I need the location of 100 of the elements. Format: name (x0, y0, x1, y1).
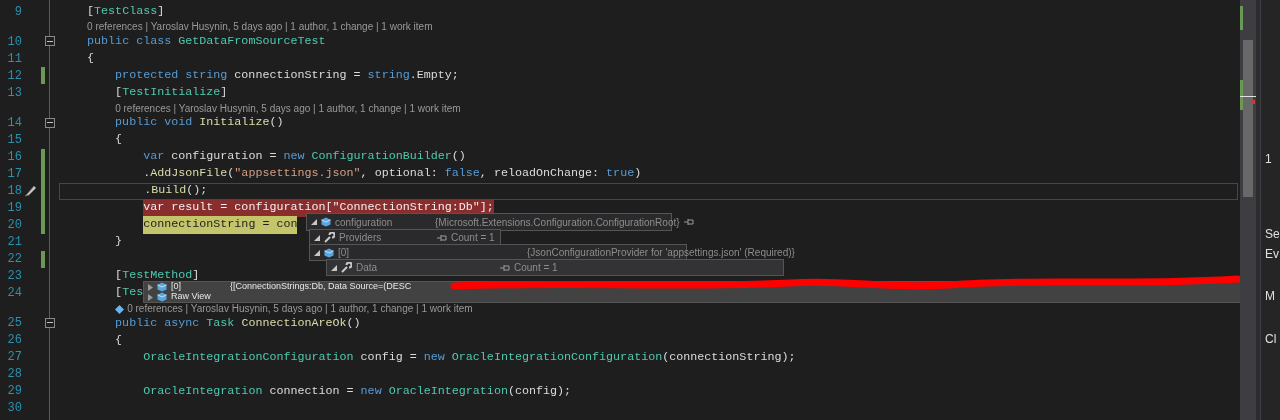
code-token: ] (220, 84, 228, 102)
wrench-icon (341, 262, 352, 273)
line-number: 13 (6, 84, 22, 102)
code-token: string (367, 67, 410, 85)
code-token: public void (115, 114, 194, 132)
code-token: (); (186, 182, 208, 200)
expanded-triangle-icon[interactable] (314, 249, 320, 256)
pin-icon[interactable] (683, 218, 694, 226)
line-number: 22 (6, 251, 22, 269)
line-number: 10 (6, 33, 22, 51)
collapse-icon[interactable] (45, 317, 55, 328)
code-token: . (144, 182, 152, 200)
current-statement: connectionString = con (143, 216, 298, 234)
code-token: () (346, 314, 361, 332)
line-number: 30 (6, 400, 22, 418)
variable-value: {Microsoft.Extensions.Configuration.ConfigurationRoot} (435, 215, 680, 230)
code-token: [ (115, 267, 123, 285)
code-token: [ (115, 84, 123, 102)
code-token: var (143, 148, 166, 166)
code-token: () (451, 148, 466, 166)
pin-icon[interactable] (437, 233, 447, 242)
code-token: OracleIntegration (388, 382, 508, 400)
code-token: (connectionString); (662, 348, 796, 366)
code-token: { (115, 131, 123, 149)
code-token: protected string (115, 67, 229, 85)
code-token: ConnectionAreOk (241, 314, 347, 332)
code-token: [ (115, 284, 123, 302)
code-token: OracleIntegration (143, 382, 264, 400)
variable-value: Count = 1 (451, 231, 495, 245)
code-token: .Empty; (409, 67, 459, 85)
code-token: ConfigurationBuilder (311, 148, 452, 166)
code-token: { (87, 50, 95, 68)
variable-name[interactable]: configuration (335, 214, 431, 230)
code-token: OracleIntegrationConfiguration (143, 348, 355, 366)
line-number: 12 (6, 67, 22, 85)
code-token: false (444, 165, 480, 183)
codelens-text[interactable]: 0 references | Yaroslav Husynin, 5 days ago | 1 author, 1 change | 1 work item (115, 102, 461, 114)
cube-icon (157, 282, 167, 292)
codelens-text[interactable]: 0 references | Yaroslav Husynin, 5 days ago | 1 author, 1 change | 1 work item (127, 302, 473, 314)
variable-name[interactable]: [0] (338, 245, 523, 260)
collapse-icon[interactable] (45, 117, 55, 128)
panel-label[interactable]: M (1265, 287, 1275, 305)
code-token: TestInitialize (122, 84, 221, 102)
code-token: TestMethod (122, 267, 193, 283)
code-token: ) (634, 165, 642, 183)
code-token: () (269, 114, 284, 132)
wrench-icon (324, 232, 335, 243)
code-token: GetDataFromSourceTest (178, 33, 326, 51)
code-token: "appsettings.json" (234, 165, 361, 183)
line-number: 17 (6, 166, 22, 184)
vertical-scrollbar[interactable] (1240, 0, 1256, 420)
panel-label[interactable]: 1 (1265, 150, 1272, 168)
code-token: connection = (269, 382, 355, 400)
code-token: Initialize (199, 114, 270, 132)
code-token: true (606, 165, 635, 183)
code-token: TestClass (94, 2, 158, 20)
cube-icon (324, 247, 334, 258)
expanded-triangle-icon[interactable] (311, 219, 317, 225)
code-token: , optional: (360, 165, 439, 183)
code-token: OracleIntegrationConfiguration (451, 348, 663, 366)
line-number: 26 (6, 332, 22, 350)
variable-name[interactable]: Providers (339, 230, 433, 245)
collapsed-triangle-icon[interactable] (148, 283, 153, 291)
variable-name[interactable]: Raw View (171, 290, 226, 304)
code-token: new (360, 382, 383, 400)
line-number: 28 (6, 366, 22, 384)
code-token: config = (360, 348, 418, 366)
variable-value: {[ConnectionStrings:Db, Data Source=(DESC (230, 280, 412, 294)
line-number: 18 (6, 183, 22, 201)
code-token: Build (151, 182, 187, 200)
code-token: connectionString = (234, 67, 362, 85)
diamond-icon[interactable] (115, 304, 125, 314)
code-token: , reloadOnChange: (479, 165, 601, 183)
code-token: (config); (507, 382, 572, 400)
code-token: ] (157, 2, 165, 20)
code-token: new (283, 148, 306, 166)
code-token: . (143, 165, 151, 183)
panel-label[interactable]: Ev (1265, 245, 1279, 263)
code-token: ( (227, 165, 235, 183)
code-token: { (115, 331, 123, 349)
expanded-triangle-icon[interactable] (314, 234, 320, 241)
panel-label[interactable]: Cl (1265, 330, 1277, 348)
expanded-triangle-icon[interactable] (331, 264, 337, 271)
line-number: 29 (6, 383, 22, 401)
line-number: 27 (6, 349, 22, 367)
variable-value: {JsonConfigurationProvider for 'appsettings.json' (Required)} (527, 246, 795, 260)
scrollbar-thumb[interactable] (1243, 40, 1253, 197)
line-number: 23 (6, 268, 22, 286)
line-number: 25 (6, 315, 22, 333)
line-number: 24 (6, 285, 22, 303)
collapsed-triangle-icon[interactable] (148, 293, 153, 301)
panel-label[interactable]: Se (1265, 225, 1280, 243)
line-number: 16 (6, 149, 22, 167)
code-token: Task (206, 314, 236, 332)
pin-icon[interactable] (500, 263, 510, 272)
codelens-text[interactable]: 0 references | Yaroslav Husynin, 5 days ago | 1 author, 1 change | 1 work item (87, 21, 433, 33)
variable-name[interactable]: Data (356, 260, 496, 275)
collapse-icon[interactable] (45, 36, 55, 47)
code-token: configuration = (171, 148, 278, 166)
code-token: new (423, 348, 446, 366)
